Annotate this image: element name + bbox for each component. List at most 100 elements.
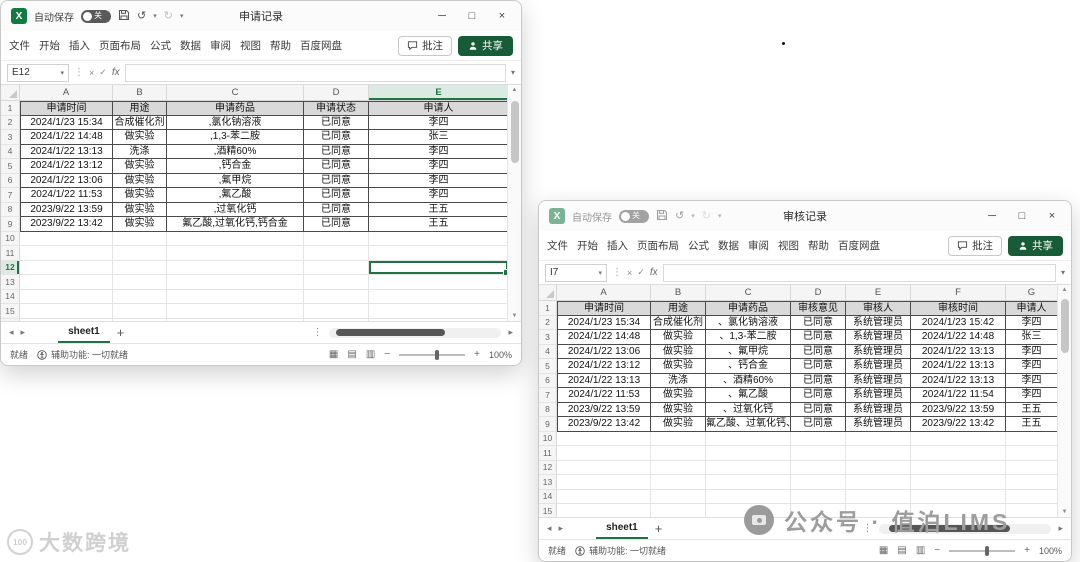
- ribbon-tab-5[interactable]: 数据: [718, 238, 739, 253]
- cell-D9[interactable]: 已同意: [304, 217, 369, 232]
- horizontal-scroll-thumb[interactable]: [889, 525, 1010, 532]
- cell-D2[interactable]: 已同意: [304, 115, 369, 130]
- cell-D7[interactable]: 已同意: [304, 188, 369, 203]
- cell-E8[interactable]: 王五: [369, 202, 507, 217]
- cell-D11[interactable]: [791, 446, 846, 461]
- row-header-6[interactable]: 6: [1, 173, 20, 188]
- cell-F5[interactable]: 2024/1/22 13:13: [911, 359, 1006, 374]
- confirm-entry-icon[interactable]: ✓: [637, 267, 645, 278]
- cell-A4[interactable]: 2024/1/22 13:13: [20, 144, 113, 159]
- cell-B12[interactable]: [113, 260, 167, 275]
- cell-C6[interactable]: ,氟甲烷: [167, 173, 304, 188]
- cell-G4[interactable]: 李四: [1006, 344, 1057, 359]
- row-header-9[interactable]: 9: [1, 217, 20, 232]
- cell-C9[interactable]: 氟乙酸、过氧化钙、钙合金: [706, 417, 791, 432]
- select-all-corner[interactable]: [1, 85, 20, 101]
- row-header-12[interactable]: 12: [539, 460, 557, 475]
- page-break-view-icon[interactable]: ▥: [916, 545, 925, 556]
- cell-F10[interactable]: [911, 431, 1006, 446]
- sheet-nav-left-icon[interactable]: ◂: [547, 523, 552, 534]
- cell-E12[interactable]: [369, 260, 507, 276]
- cell-E6[interactable]: 李四: [369, 173, 507, 188]
- cell-D8[interactable]: 已同意: [791, 402, 846, 417]
- cell-B4[interactable]: 洗涤: [113, 144, 167, 159]
- cancel-entry-icon[interactable]: ×: [627, 268, 632, 278]
- ribbon-tab-3[interactable]: 页面布局: [637, 238, 679, 253]
- cell-A14[interactable]: [557, 489, 651, 504]
- zoom-slider-thumb[interactable]: [434, 349, 439, 360]
- ribbon-tab-9[interactable]: 百度网盘: [838, 238, 880, 253]
- column-header-A[interactable]: A: [557, 285, 651, 301]
- ribbon-tab-4[interactable]: 公式: [150, 38, 171, 53]
- cell-B6[interactable]: 洗涤: [651, 373, 706, 388]
- cell-B8[interactable]: 做实验: [113, 202, 167, 217]
- scroll-up-icon[interactable]: ▲: [1058, 287, 1071, 293]
- cell-E3[interactable]: 系统管理员: [846, 330, 911, 345]
- ribbon-tab-5[interactable]: 数据: [180, 38, 201, 53]
- row-header-7[interactable]: 7: [539, 388, 557, 403]
- row-header-9[interactable]: 9: [539, 417, 557, 432]
- cell-D5[interactable]: 已同意: [791, 359, 846, 374]
- cell-E10[interactable]: [369, 231, 507, 246]
- cell-A3[interactable]: 2024/1/22 14:48: [557, 330, 651, 345]
- formula-input[interactable]: [662, 263, 1056, 282]
- zoom-percentage[interactable]: 100%: [489, 350, 512, 360]
- cell-A8[interactable]: 2023/9/22 13:59: [557, 402, 651, 417]
- cell-G3[interactable]: 张三: [1006, 330, 1057, 345]
- cell-A13[interactable]: [557, 475, 651, 490]
- cell-D6[interactable]: 已同意: [791, 373, 846, 388]
- cell-G15[interactable]: [1006, 504, 1057, 517]
- row-header-2[interactable]: 2: [1, 115, 20, 130]
- ribbon-tab-7[interactable]: 视图: [240, 38, 261, 53]
- cell-B11[interactable]: [113, 246, 167, 261]
- zoom-percentage[interactable]: 100%: [1039, 546, 1062, 556]
- row-header-4[interactable]: 4: [539, 344, 557, 359]
- cell-F9[interactable]: 2023/9/22 13:42: [911, 417, 1006, 432]
- column-header-B[interactable]: B: [113, 85, 167, 101]
- insert-function-icon[interactable]: fx: [650, 267, 658, 278]
- row-header-16[interactable]: 16: [1, 318, 20, 321]
- namebox-dropdown-icon[interactable]: ▾: [598, 269, 602, 277]
- cell-E2[interactable]: 李四: [369, 115, 507, 130]
- ribbon-tab-7[interactable]: 视图: [778, 238, 799, 253]
- cell-C3[interactable]: ,1,3-苯二胺: [167, 130, 304, 145]
- cell-C7[interactable]: ,氟乙酸: [167, 188, 304, 203]
- column-header-E[interactable]: E: [846, 285, 911, 301]
- cell-D4[interactable]: 已同意: [304, 144, 369, 159]
- ribbon-tab-0[interactable]: 文件: [547, 238, 568, 253]
- confirm-entry-icon[interactable]: ✓: [99, 67, 107, 78]
- vertical-scrollbar[interactable]: ▲ ▼: [1057, 285, 1071, 517]
- cell-B1[interactable]: 用途: [113, 101, 167, 116]
- cell-A1[interactable]: 申请时间: [557, 301, 651, 316]
- column-header-F[interactable]: F: [911, 285, 1006, 301]
- sheet-tab-sheet1[interactable]: sheet1: [58, 322, 110, 343]
- row-header-8[interactable]: 8: [1, 202, 20, 217]
- row-header-15[interactable]: 15: [539, 504, 557, 517]
- cell-G13[interactable]: [1006, 475, 1057, 490]
- sheet-nav-right-icon[interactable]: ▸: [21, 327, 26, 338]
- row-header-3[interactable]: 3: [1, 130, 20, 145]
- cell-C1[interactable]: 申请药品: [706, 301, 791, 316]
- quick-access-dropdown-icon[interactable]: ▾: [180, 13, 184, 20]
- name-box[interactable]: E12 ▾: [7, 63, 69, 82]
- row-header-15[interactable]: 15: [1, 304, 20, 319]
- cell-B12[interactable]: [651, 460, 706, 475]
- cell-D1[interactable]: 审核意见: [791, 301, 846, 316]
- cell-D13[interactable]: [304, 275, 369, 290]
- cell-C10[interactable]: [706, 431, 791, 446]
- sheet-tab-sheet1[interactable]: sheet1: [596, 518, 648, 539]
- cell-C12[interactable]: [167, 260, 304, 275]
- cancel-entry-icon[interactable]: ×: [89, 68, 94, 78]
- cell-C5[interactable]: ,钙合金: [167, 159, 304, 174]
- cell-F12[interactable]: [911, 460, 1006, 475]
- cell-E14[interactable]: [369, 289, 507, 304]
- zoom-out-icon[interactable]: −: [384, 349, 390, 360]
- cell-A5[interactable]: 2024/1/22 13:12: [557, 359, 651, 374]
- titlebar[interactable]: X 自动保存 关 ↺ ▾ ↻ ▾ 审核记录 ─ □ ×: [539, 201, 1071, 231]
- row-header-11[interactable]: 11: [539, 446, 557, 461]
- cell-C15[interactable]: [706, 504, 791, 517]
- row-header-10[interactable]: 10: [1, 231, 20, 246]
- namebox-dropdown-icon[interactable]: ▾: [60, 69, 64, 77]
- cell-A10[interactable]: [557, 431, 651, 446]
- ribbon-tab-2[interactable]: 插入: [607, 238, 628, 253]
